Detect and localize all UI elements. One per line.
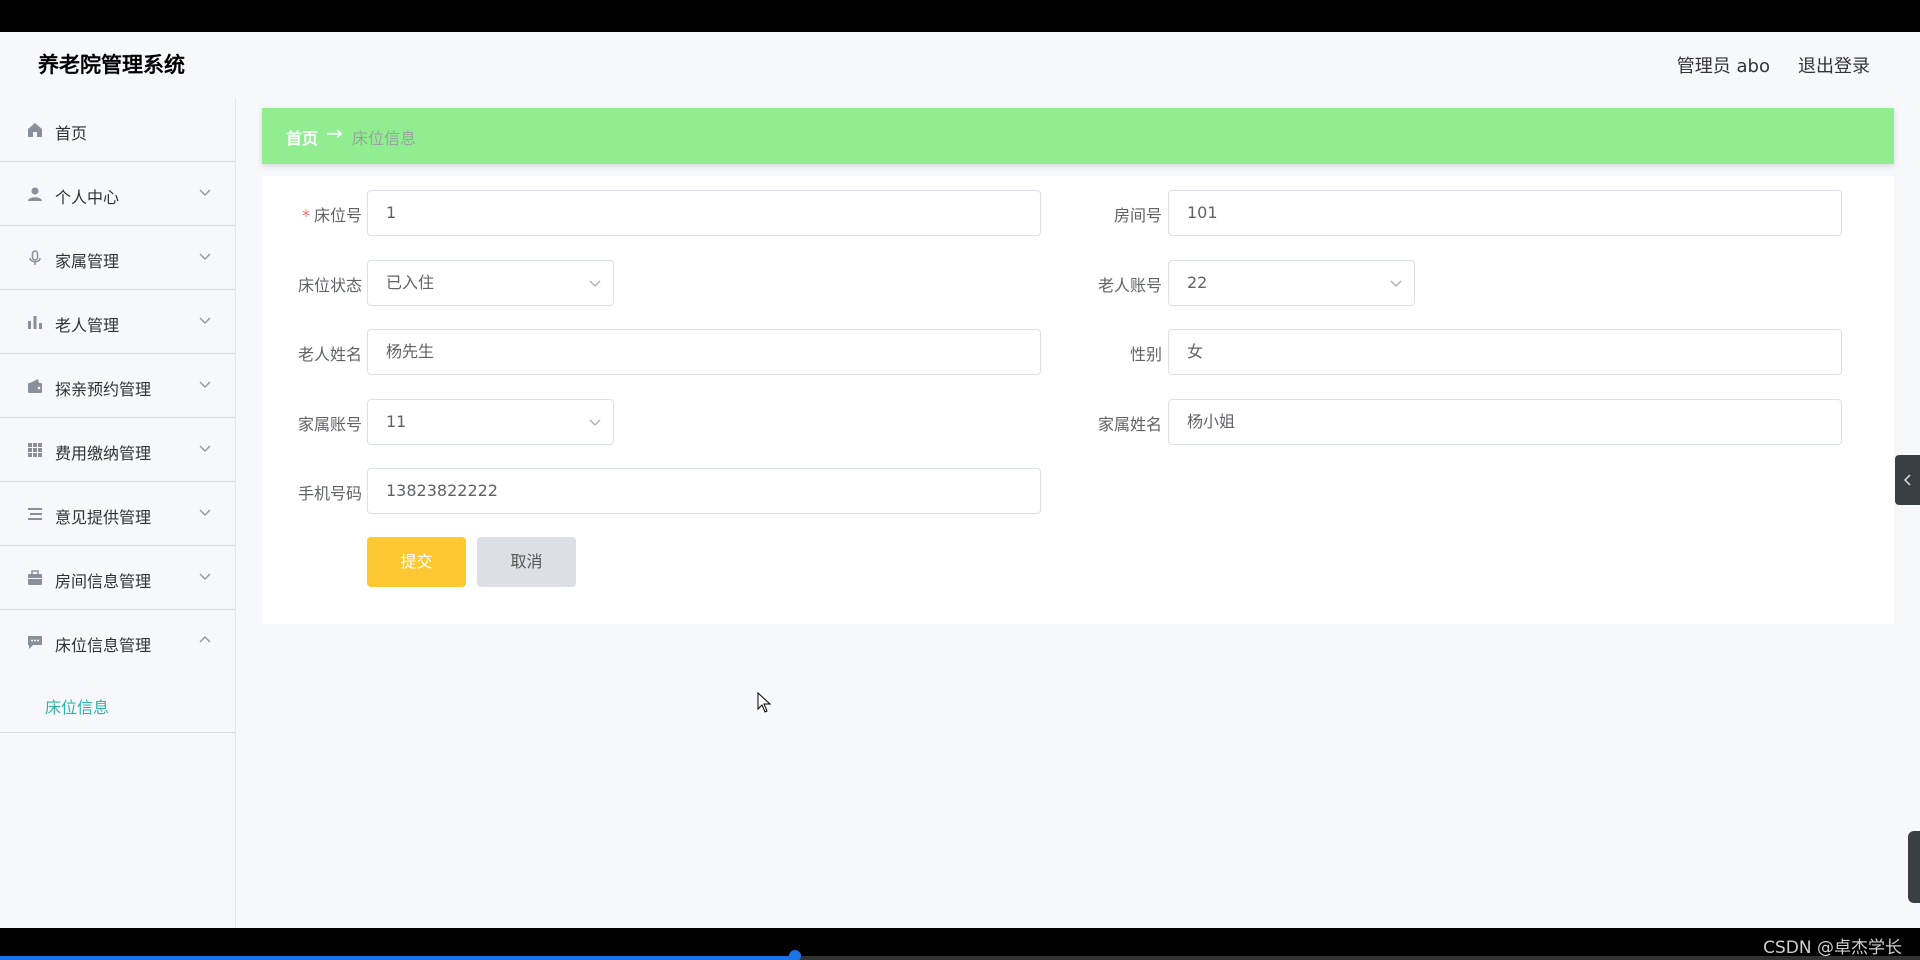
user-info: 管理员 abo [1676, 56, 1770, 77]
breadcrumb-separator: → [326, 121, 343, 145]
bed-status-value: 已入住 [386, 273, 435, 292]
logout-link[interactable]: 退出登录 [1798, 52, 1870, 78]
chevron-down-icon [199, 253, 211, 260]
app-window: 养老院管理系统 管理员 abo 退出登录 首页 个人中心 家属管理 老人管理 探… [0, 32, 1920, 928]
progress-handle[interactable] [789, 950, 801, 960]
chevron-left-icon [1903, 474, 1911, 486]
grid-icon [28, 443, 42, 457]
family-name-input[interactable]: 杨小姐 [1168, 399, 1842, 445]
bed-no-input[interactable]: 1 [367, 190, 1041, 236]
chevron-down-icon [1390, 280, 1402, 287]
wallet-icon [28, 379, 42, 393]
elder-account-select[interactable]: 22 [1168, 260, 1415, 306]
list-icon [28, 508, 42, 520]
message-icon [28, 636, 42, 649]
sidebar: 首页 个人中心 家属管理 老人管理 探亲预约管理 费用缴纳管理 意见提供管理 房… [0, 98, 236, 928]
cancel-button[interactable]: 取消 [477, 537, 576, 587]
chevron-up-icon [199, 636, 211, 643]
sidebar-item-label: 探亲预约管理 [55, 380, 152, 399]
sidebar-item-personal-center[interactable]: 个人中心 [0, 162, 235, 226]
video-progress-bar[interactable]: CSDN @卓杰学长 [0, 928, 1920, 960]
progress-fill [0, 956, 795, 960]
home-icon [28, 123, 42, 137]
chevron-down-icon [199, 509, 211, 516]
required-mark: * [301, 206, 310, 225]
bed-no-label: * 床位号 [262, 202, 362, 226]
chevron-down-icon [199, 317, 211, 324]
elder-account-value: 22 [1187, 273, 1208, 292]
sidebar-item-home[interactable]: 首页 [0, 98, 235, 162]
chevron-down-icon [199, 573, 211, 580]
sidebar-item-bed-info[interactable]: 床位信息管理 床位信息 [0, 610, 235, 733]
room-no-input[interactable]: 101 [1168, 190, 1842, 236]
collapse-panel-tab[interactable] [1895, 455, 1920, 505]
floating-widget[interactable] [1908, 831, 1920, 903]
phone-label: 手机号码 [297, 484, 362, 503]
gender-label: 性别 [1129, 345, 1162, 364]
family-account-value: 11 [386, 412, 407, 431]
family-account-label: 家属账号 [297, 415, 362, 434]
sidebar-item-room-info[interactable]: 房间信息管理 [0, 546, 235, 610]
chevron-down-icon [199, 445, 211, 452]
bed-status-label: 床位状态 [297, 276, 362, 295]
mouse-cursor-icon [757, 692, 772, 713]
bar-chart-icon [28, 316, 42, 329]
sidebar-item-label: 费用缴纳管理 [55, 444, 152, 463]
sidebar-item-feedback[interactable]: 意见提供管理 [0, 482, 235, 546]
elder-name-input[interactable]: 杨先生 [367, 329, 1041, 375]
submit-button[interactable]: 提交 [367, 537, 466, 587]
progress-track [795, 956, 1920, 960]
phone-input[interactable]: 13823822222 [367, 468, 1041, 514]
sidebar-item-label: 个人中心 [55, 188, 120, 207]
chevron-down-icon [199, 189, 211, 196]
sidebar-item-elders[interactable]: 老人管理 [0, 290, 235, 354]
family-account-select[interactable]: 11 [367, 399, 614, 445]
sidebar-item-label: 首页 [55, 124, 88, 143]
bed-no-label-text: 床位号 [313, 206, 362, 225]
breadcrumb: 首页 → 床位信息 [262, 108, 1894, 164]
sidebar-item-label: 意见提供管理 [55, 508, 152, 527]
bed-info-form: * 床位号 1 房间号 101 床位状态 已入住 老人账号 22 老人姓名 杨先生… [262, 176, 1894, 624]
bed-status-select[interactable]: 已入住 [367, 260, 614, 306]
chevron-down-icon [589, 280, 601, 287]
user-icon [28, 187, 42, 201]
chevron-down-icon [589, 419, 601, 426]
breadcrumb-current: 床位信息 [352, 129, 417, 148]
elder-account-label: 老人账号 [1097, 276, 1162, 295]
microphone-icon [29, 250, 41, 265]
sidebar-item-fee-payment[interactable]: 费用缴纳管理 [0, 418, 235, 482]
elder-name-label: 老人姓名 [297, 345, 362, 364]
briefcase-icon [28, 570, 42, 585]
sidebar-item-label: 房间信息管理 [55, 572, 152, 591]
sidebar-item-family[interactable]: 家属管理 [0, 226, 235, 290]
sidebar-item-label: 床位信息管理 [55, 636, 152, 655]
gender-input[interactable]: 女 [1168, 329, 1842, 375]
sidebar-item-label: 家属管理 [55, 252, 120, 271]
sidebar-item-label: 老人管理 [55, 316, 120, 335]
sidebar-item-visit-booking[interactable]: 探亲预约管理 [0, 354, 235, 418]
top-header: 养老院管理系统 管理员 abo 退出登录 [0, 32, 1920, 98]
breadcrumb-home-link[interactable]: 首页 [286, 125, 318, 149]
family-name-label: 家属姓名 [1097, 415, 1162, 434]
room-no-label: 房间号 [1113, 206, 1162, 225]
sidebar-subitem-bed-info[interactable]: 床位信息 [45, 694, 109, 718]
app-title: 养老院管理系统 [38, 53, 185, 77]
chevron-down-icon [199, 381, 211, 388]
watermark: CSDN @卓杰学长 [1763, 938, 1902, 958]
